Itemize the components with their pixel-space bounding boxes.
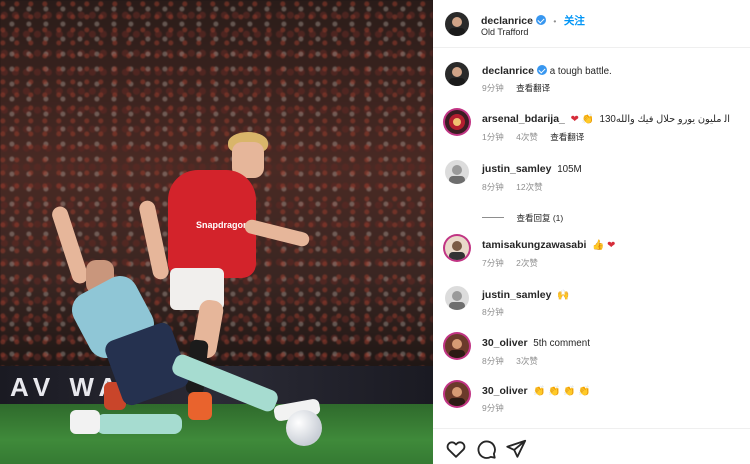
caption-text-line: declanrice a tough battle. bbox=[482, 65, 612, 78]
commenter-avatar-image bbox=[449, 165, 465, 184]
commenter-avatar[interactable] bbox=[445, 286, 469, 310]
comment-item: 30_oliver 👏 👏 👏 👏 9分钟 bbox=[433, 380, 750, 420]
header-divider bbox=[433, 47, 750, 48]
share-icon[interactable] bbox=[505, 438, 527, 460]
pitch bbox=[0, 404, 433, 464]
post-photo[interactable]: AV WA Snapdragon bbox=[0, 0, 433, 464]
comment-meta: 7分钟 2次赞 bbox=[482, 257, 548, 269]
comment-text-line: 30_oliver 👏 👏 👏 👏 bbox=[482, 385, 590, 398]
comment-username[interactable]: justin_samley bbox=[482, 289, 551, 301]
comment-username[interactable]: tamisakungzawasabi bbox=[482, 239, 586, 251]
comment-text-line: 30_oliver 5th comment bbox=[482, 337, 590, 350]
caption-meta: 9分钟 查看翻译 bbox=[482, 82, 560, 94]
commenter-avatar[interactable] bbox=[445, 382, 469, 406]
comment-likes[interactable]: 12次赞 bbox=[516, 182, 542, 192]
football bbox=[286, 410, 322, 446]
comment-username[interactable]: 30_oliver bbox=[482, 385, 528, 397]
comment-emoji: 👍 ❤ bbox=[592, 240, 616, 251]
comment-text: 5th comment bbox=[533, 338, 590, 349]
caption-avatar[interactable] bbox=[445, 62, 469, 86]
commenter-avatar-image bbox=[449, 241, 465, 260]
actions-divider bbox=[433, 428, 750, 429]
comment-translate[interactable]: 查看翻译 bbox=[550, 132, 584, 142]
commenter-avatar[interactable] bbox=[445, 236, 469, 260]
comment-meta: 9分钟 bbox=[482, 402, 514, 414]
follow-button[interactable]: 关注 bbox=[564, 15, 585, 27]
comment-item: arsenal_bdarija_ ❤ 👏 130اﻟ مليون يورو حل… bbox=[433, 108, 750, 152]
comment-text-line: tamisakungzawasabi 👍 ❤ bbox=[482, 239, 615, 252]
comment-username[interactable]: justin_samley bbox=[482, 163, 551, 175]
player-blue-boot-2 bbox=[70, 410, 100, 434]
comment-time: 9分钟 bbox=[482, 403, 504, 413]
verified-icon bbox=[535, 15, 546, 25]
comment-time: 1分钟 bbox=[482, 132, 504, 142]
comment-username[interactable]: 30_oliver bbox=[482, 337, 528, 349]
caption-row: declanrice a tough battle. 9分钟 查看翻译 bbox=[433, 60, 750, 100]
caption-verified-icon bbox=[536, 65, 547, 75]
comment-item: justin_samley 🙌 8分钟 bbox=[433, 284, 750, 324]
commenter-avatar[interactable] bbox=[445, 334, 469, 358]
comment-emoji: 🙌 bbox=[557, 290, 570, 301]
author-avatar-image bbox=[449, 17, 465, 36]
comment-text: 105M bbox=[557, 164, 582, 175]
commenter-avatar[interactable] bbox=[445, 160, 469, 184]
commenter-avatar-image bbox=[449, 291, 465, 310]
comment-item: 30_oliver 5th comment 8分钟 3次赞 bbox=[433, 332, 750, 376]
comment-item: justin_samley 105M 8分钟 12次赞 bbox=[433, 158, 750, 202]
player-red-sponsor: Snapdragon bbox=[196, 220, 249, 230]
commenter-avatar-image bbox=[449, 114, 465, 130]
view-replies[interactable]: 查看回复 (1) bbox=[482, 208, 563, 226]
caption-time: 9分钟 bbox=[482, 83, 504, 93]
view-replies-line bbox=[482, 217, 504, 218]
comment-text-line: justin_samley 🙌 bbox=[482, 289, 569, 302]
heart-icon[interactable] bbox=[445, 438, 467, 460]
post-location[interactable]: Old Trafford bbox=[481, 27, 528, 37]
commenter-avatar-image bbox=[449, 339, 465, 358]
caption-username[interactable]: declanrice bbox=[482, 65, 534, 77]
comment-icon[interactable] bbox=[475, 438, 497, 460]
comment-text: 130اﻟ مليون يورو حلال فيك والله bbox=[599, 114, 730, 125]
commenter-avatar[interactable] bbox=[445, 110, 469, 134]
comment-time: 7分钟 bbox=[482, 258, 504, 268]
comment-likes[interactable]: 3次赞 bbox=[516, 356, 538, 366]
comment-text-line: justin_samley 105M bbox=[482, 163, 582, 176]
comment-username[interactable]: arsenal_bdarija_ bbox=[482, 113, 565, 125]
comment-meta: 8分钟 bbox=[482, 306, 514, 318]
author-username[interactable]: declanrice bbox=[481, 15, 533, 27]
player-blue-leg-2 bbox=[96, 414, 182, 434]
view-replies-label: 查看回复 (1) bbox=[516, 213, 564, 223]
comment-item: tamisakungzawasabi 👍 ❤ 7分钟 2次赞 bbox=[433, 234, 750, 278]
comment-time: 8分钟 bbox=[482, 356, 504, 366]
dot-separator: • bbox=[553, 16, 557, 26]
post-panel: declanrice • 关注 Old Trafford declanrice … bbox=[433, 0, 750, 464]
player-red-boot bbox=[188, 392, 212, 420]
caption-text: a tough battle. bbox=[549, 66, 612, 77]
comment-text-line: arsenal_bdarija_ ❤ 👏 130اﻟ مليون يورو حل… bbox=[482, 113, 730, 126]
comment-time: 8分钟 bbox=[482, 182, 504, 192]
commenter-avatar-image bbox=[449, 387, 465, 406]
comment-meta: 1分钟 4次赞 查看翻译 bbox=[482, 131, 594, 143]
comment-meta: 8分钟 3次赞 bbox=[482, 355, 548, 367]
comment-meta: 8分钟 12次赞 bbox=[482, 181, 553, 193]
comment-time: 8分钟 bbox=[482, 307, 504, 317]
comment-likes[interactable]: 4次赞 bbox=[516, 132, 538, 142]
caption-translate[interactable]: 查看翻译 bbox=[516, 83, 550, 93]
caption-avatar-image bbox=[449, 67, 465, 86]
comment-emoji: ❤ 👏 bbox=[570, 114, 594, 125]
comment-likes[interactable]: 2次赞 bbox=[516, 258, 538, 268]
author-avatar[interactable] bbox=[445, 12, 469, 36]
comment-emoji: 👏 👏 👏 👏 bbox=[533, 386, 591, 397]
